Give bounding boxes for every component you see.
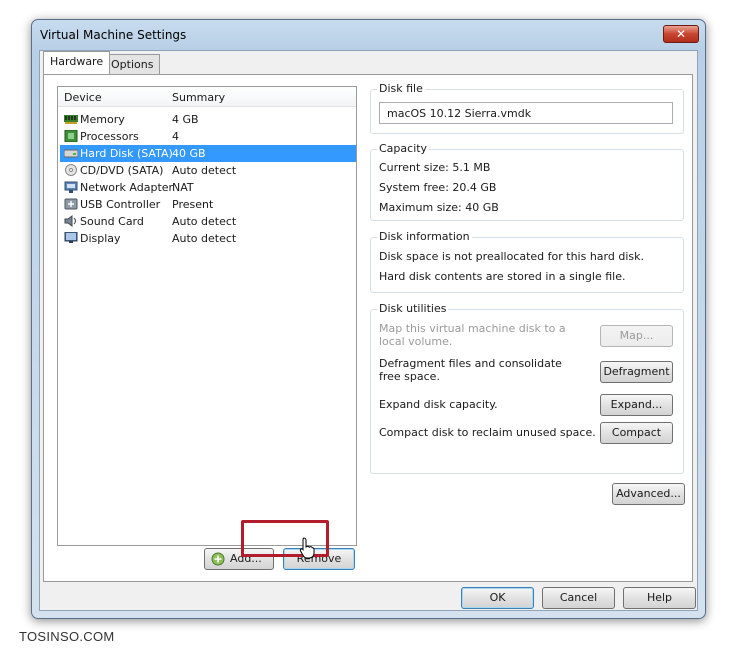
device-summary: 40 GB (172, 147, 206, 160)
device-row-hard-disk[interactable]: Hard Disk (SATA) 40 GB (60, 145, 356, 162)
window-title: Virtual Machine Settings (40, 28, 187, 42)
device-name: Processors (80, 130, 139, 143)
device-summary: Present (172, 198, 214, 211)
memory-icon (64, 115, 78, 124)
cancel-button[interactable]: Cancel (542, 587, 615, 609)
tab-hardware[interactable]: Hardware (43, 51, 111, 74)
capacity-group: Capacity Current size: 5.1 MB System fre… (370, 142, 684, 221)
help-button[interactable]: Help (623, 587, 696, 609)
map-description: Map this virtual machine disk to a local… (379, 322, 566, 348)
device-name: CD/DVD (SATA) (80, 164, 164, 177)
sound-card-icon (64, 215, 76, 227)
capacity-title: Capacity (377, 142, 430, 155)
device-summary: Auto detect (172, 232, 237, 245)
device-row-memory[interactable]: Memory 4 GB (60, 111, 356, 128)
disk-information-group: Disk information Disk space is not preal… (370, 230, 684, 293)
watermark: TOSINSO.COM (19, 629, 115, 644)
device-list-header: Device Summary (58, 87, 356, 107)
defragment-button[interactable]: Defragment (600, 361, 673, 383)
preallocation-text: Disk space is not preallocated for this … (379, 250, 644, 263)
dialog-client-area: Hardware Options Device Summary Memory 4… (39, 50, 698, 611)
compact-description: Compact disk to reclaim unused space. (379, 426, 596, 439)
disk-utilities-group: Disk utilities Map this virtual machine … (370, 302, 684, 474)
add-hardware-icon (211, 552, 225, 566)
current-size-text: Current size: 5.1 MB (379, 161, 491, 174)
device-list[interactable]: Device Summary Memory 4 GB Processors 4 … (57, 86, 357, 546)
ok-button[interactable]: OK (461, 587, 534, 609)
disk-file-group: Disk file macOS 10.12 Sierra.vmdk (370, 82, 684, 134)
advanced-button[interactable]: Advanced... (612, 483, 685, 505)
expand-description: Expand disk capacity. (379, 398, 498, 411)
hard-disk-icon (64, 149, 78, 158)
cd-dvd-icon (65, 164, 77, 176)
device-name: Network Adapter (80, 181, 174, 194)
column-header-device[interactable]: Device (64, 91, 102, 104)
device-name: Sound Card (80, 215, 144, 228)
defragment-description: Defragment files and consolidate free sp… (379, 357, 562, 383)
device-name: USB Controller (80, 198, 161, 211)
device-name: Memory (80, 113, 125, 126)
device-name: Display (80, 232, 121, 245)
remove-button-highlight-frame (241, 520, 329, 557)
column-header-summary[interactable]: Summary (172, 91, 225, 104)
disk-file-title: Disk file (377, 82, 425, 95)
display-icon (64, 232, 78, 243)
device-row-processors[interactable]: Processors 4 (60, 128, 356, 145)
usb-controller-icon (64, 198, 78, 210)
device-summary: 4 GB (172, 113, 199, 126)
device-row-cd-dvd[interactable]: CD/DVD (SATA) Auto detect (60, 162, 356, 179)
device-row-display[interactable]: Display Auto detect (60, 230, 356, 247)
network-adapter-icon (64, 181, 78, 193)
device-row-usb-controller[interactable]: USB Controller Present (60, 196, 356, 213)
hardware-tab-panel: Device Summary Memory 4 GB Processors 4 … (43, 74, 693, 582)
virtual-machine-settings-window: Virtual Machine Settings ✕ Hardware Opti… (31, 19, 706, 619)
system-free-text: System free: 20.4 GB (379, 181, 497, 194)
device-summary: Auto detect (172, 215, 237, 228)
storage-mode-text: Hard disk contents are stored in a singl… (379, 270, 626, 283)
device-name: Hard Disk (SATA) (80, 147, 173, 160)
maximum-size-text: Maximum size: 40 GB (379, 201, 499, 214)
title-bar[interactable]: Virtual Machine Settings ✕ (32, 20, 705, 50)
disk-utilities-title: Disk utilities (377, 302, 449, 315)
close-button[interactable]: ✕ (663, 25, 699, 43)
device-row-network-adapter[interactable]: Network Adapter NAT (60, 179, 356, 196)
expand-button[interactable]: Expand... (600, 394, 673, 416)
disk-file-field[interactable]: macOS 10.12 Sierra.vmdk (379, 102, 673, 124)
device-row-sound-card[interactable]: Sound Card Auto detect (60, 213, 356, 230)
tab-options[interactable]: Options (104, 54, 161, 74)
device-summary: NAT (172, 181, 194, 194)
hand-cursor-icon (299, 537, 315, 559)
processor-icon (64, 130, 78, 142)
device-summary: 4 (172, 130, 179, 143)
disk-information-title: Disk information (377, 230, 472, 243)
map-button[interactable]: Map... (600, 325, 673, 347)
device-summary: Auto detect (172, 164, 237, 177)
compact-button[interactable]: Compact (600, 422, 673, 444)
